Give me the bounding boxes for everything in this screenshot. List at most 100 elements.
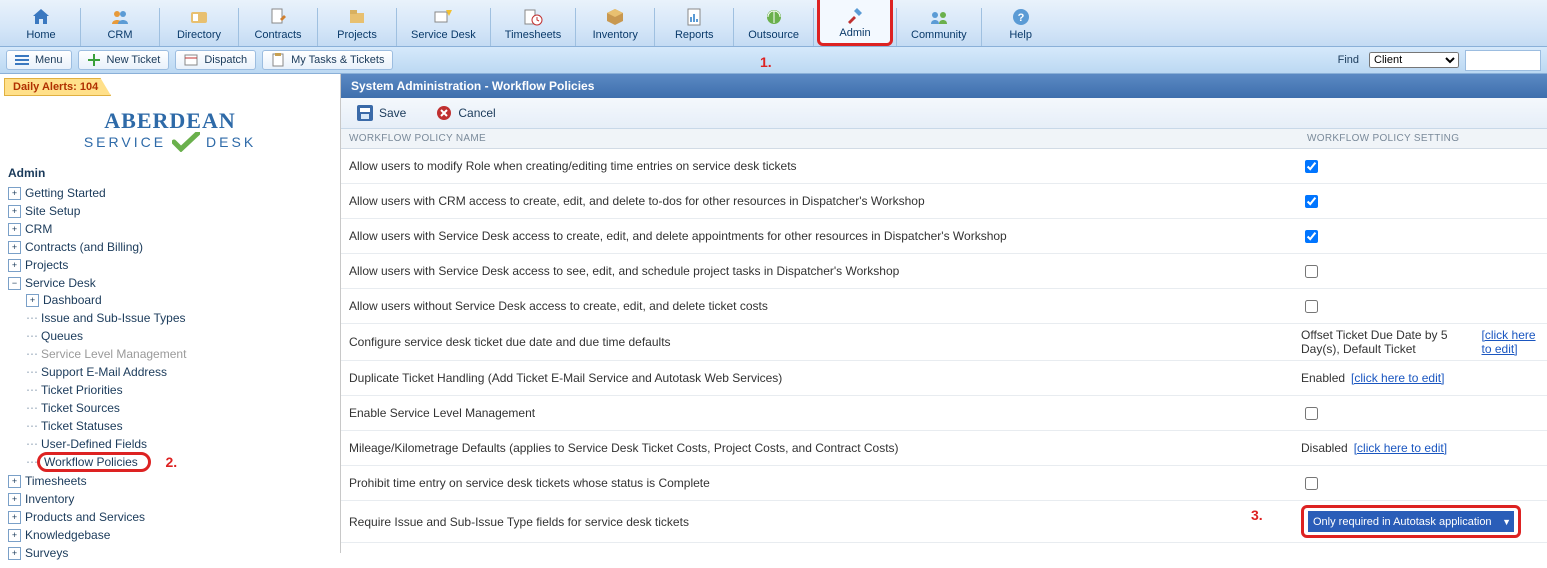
tree-item[interactable]: User-Defined Fields [41,437,147,451]
daily-alerts-tab[interactable]: Daily Alerts: 104 [4,78,111,96]
my-tasks-button[interactable]: My Tasks & Tickets [262,50,393,70]
action-bar: Save Cancel [341,98,1547,129]
tree-item[interactable]: Projects [25,258,68,272]
expand-icon[interactable]: + [8,529,21,542]
ribbon-outsource[interactable]: Outsource [737,0,810,46]
tree-item[interactable]: Dashboard [43,293,102,307]
tree-item[interactable]: Surveys [25,546,68,560]
report-icon [684,7,704,27]
tree-item[interactable]: Ticket Sources [41,401,120,415]
save-button[interactable]: Save [349,102,414,124]
ribbon-timesheets[interactable]: Timesheets [494,0,572,46]
tree-item[interactable]: Site Setup [25,204,80,218]
tree-item[interactable]: Issue and Sub-Issue Types [41,311,186,325]
tree-item[interactable]: Ticket Statuses [41,419,123,433]
policy-setting: 3.Only required in Autotask application▼ [1301,505,1547,538]
expand-icon[interactable]: + [26,294,39,307]
tree-item[interactable]: Contracts (and Billing) [25,240,143,254]
ribbon-crm[interactable]: CRM [84,0,156,46]
policy-row: Configure service desk ticket due date a… [341,324,1547,361]
find-input[interactable] [1465,50,1541,71]
expand-icon[interactable]: + [8,259,21,272]
tree-item[interactable]: Ticket Priorities [41,383,123,397]
column-headers: WORKFLOW POLICY NAME WORKFLOW POLICY SET… [341,129,1547,149]
policy-checkbox[interactable] [1305,477,1318,490]
policy-name: Allow users without Service Desk access … [341,299,1301,313]
edit-link[interactable]: [click here to edit] [1354,441,1447,455]
menu-button[interactable]: Menu [6,50,72,70]
dropdown-value: Only required in Autotask application [1313,516,1492,528]
tree-item[interactable]: Timesheets [25,474,87,488]
tree-item[interactable]: Inventory [25,492,74,506]
policy-row: Require user to enter a reason for compl… [341,543,1547,553]
expand-icon[interactable]: + [8,223,21,236]
new-ticket-label: New Ticket [107,54,161,66]
policy-name: Allow users with Service Desk access to … [341,229,1301,243]
expand-icon[interactable]: + [8,205,21,218]
ribbon-label: Community [911,29,967,41]
cancel-button[interactable]: Cancel [428,102,503,124]
find-label: Find [1338,54,1359,66]
ribbon-projects[interactable]: Projects [321,0,393,46]
policy-row: Require Issue and Sub-Issue Type fields … [341,501,1547,543]
edit-link[interactable]: [click here to edit] [1351,371,1444,385]
policy-name: Duplicate Ticket Handling (Add Ticket E-… [341,371,1301,385]
ribbon-help[interactable]: ? Help [985,0,1057,46]
svg-text:?: ? [1017,12,1024,24]
ribbon-home[interactable]: Home [5,0,77,46]
tree-item[interactable]: Support E-Mail Address [41,365,167,379]
policy-dropdown[interactable]: Only required in Autotask application▼ [1308,511,1514,532]
tree-item-service-desk[interactable]: Service Desk [25,276,96,290]
policy-checkbox[interactable] [1305,407,1318,420]
separator [654,8,655,46]
save-icon [357,105,373,121]
expand-icon[interactable]: + [8,511,21,524]
tree-item[interactable]: Products and Services [25,510,145,524]
policy-row: Allow users with Service Desk access to … [341,254,1547,289]
policy-checkbox[interactable] [1305,230,1318,243]
document-pen-icon [268,7,288,27]
menu-label: Menu [35,54,63,66]
expand-icon[interactable]: + [8,187,21,200]
ribbon-community[interactable]: Community [900,0,978,46]
tree-item[interactable]: Queues [41,329,83,343]
policy-checkbox[interactable] [1305,300,1318,313]
sub-toolbar: Menu New Ticket Dispatch My Tasks & Tick… [0,47,1547,74]
separator [813,8,814,46]
policy-row: Allow users without Service Desk access … [341,289,1547,324]
new-ticket-button[interactable]: New Ticket [78,50,170,70]
expand-icon[interactable]: + [8,475,21,488]
admin-tree: Admin +Getting Started +Site Setup +CRM … [0,166,340,568]
expand-icon[interactable]: + [8,547,21,560]
community-icon [929,7,949,27]
ribbon-directory[interactable]: Directory [163,0,235,46]
home-icon [31,7,51,27]
separator [575,8,576,46]
tree-item-workflow-policies[interactable]: Workflow Policies [44,455,138,469]
my-tasks-label: My Tasks & Tickets [291,54,384,66]
tree-item[interactable]: CRM [25,222,52,236]
tree-item[interactable]: Getting Started [25,186,106,200]
expand-icon[interactable]: + [8,493,21,506]
ribbon-contracts[interactable]: Contracts [242,0,314,46]
edit-link[interactable]: [click here to edit] [1482,328,1541,356]
expand-icon[interactable]: + [8,241,21,254]
cancel-icon [436,105,452,121]
policy-checkbox[interactable] [1305,195,1318,208]
ribbon-service-desk[interactable]: Service Desk [400,0,487,46]
policy-checkbox[interactable] [1305,265,1318,278]
col-header-setting: WORKFLOW POLICY SETTING [1303,133,1547,144]
ribbon-inventory[interactable]: Inventory [579,0,651,46]
ribbon-reports[interactable]: Reports [658,0,730,46]
rolodex-icon [189,7,209,27]
policy-row: Mileage/Kilometrage Defaults (applies to… [341,431,1547,466]
policy-setting [1301,157,1547,176]
collapse-icon[interactable]: − [8,277,21,290]
find-type-select[interactable]: Client [1369,52,1459,68]
dispatch-button[interactable]: Dispatch [175,50,256,70]
ribbon-admin[interactable]: Admin [817,0,893,46]
dropdown-highlight: Only required in Autotask application▼ [1301,505,1521,538]
tree-item[interactable]: Knowledgebase [25,528,110,542]
tree-header: Admin [8,166,334,180]
policy-checkbox[interactable] [1305,160,1318,173]
